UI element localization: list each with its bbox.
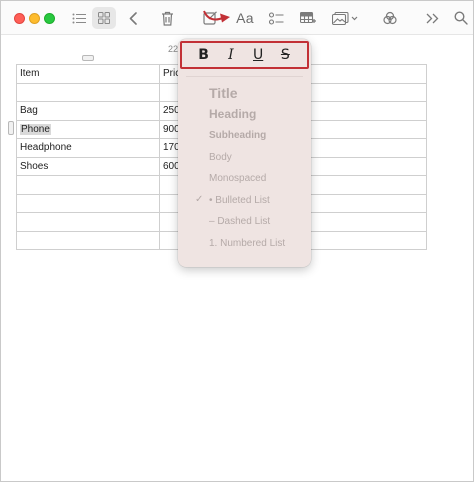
cell-text: Shoes [20,160,49,172]
style-title[interactable]: Title [209,85,238,101]
table-cell[interactable]: Bag [16,101,160,121]
checkmark-icon: ✓ [195,194,204,205]
more-icon[interactable] [424,7,440,29]
style-dashed-list[interactable]: – Dashed List [209,216,270,227]
text-style-buttons: B I U S [180,41,309,69]
column-width-number: 22 [168,44,179,54]
notes-window: Aa 22 ItemPricantityBag250Phone900Headph… [0,0,474,482]
style-monospaced[interactable]: Monospaced [209,173,266,184]
table-cell[interactable] [16,230,160,250]
style-numbered-list[interactable]: 1. Numbered List [209,238,285,249]
media-icon[interactable] [330,7,360,29]
bold-button[interactable]: B [193,44,215,66]
table-cell[interactable]: Shoes [16,156,160,176]
style-bulleted-list[interactable]: • Bulleted List [209,195,270,206]
gallery-view-icon[interactable] [92,7,116,29]
table-cell[interactable] [16,193,160,213]
table-cell[interactable]: Headphone [16,138,160,158]
column-handle[interactable] [82,55,94,61]
style-heading[interactable]: Heading [209,107,256,121]
delete-icon[interactable] [158,7,176,29]
cell-text: Bag [20,105,38,117]
cell-text: Phone [20,123,51,135]
list-view-icon[interactable] [69,7,89,29]
annotation-arrow-icon [201,7,237,30]
format-popover: B I U S Title Heading Subheading ✓ Body … [178,39,311,267]
table-cell[interactable]: Phone [16,119,160,139]
search-icon[interactable] [452,7,470,29]
table-cell[interactable] [16,175,160,195]
cell-text: Item [20,68,40,80]
back-icon[interactable] [125,7,141,29]
popover-divider [186,76,303,77]
row-handle[interactable] [8,121,14,135]
share-icon[interactable] [380,7,400,29]
underline-button[interactable]: U [247,44,269,66]
table-cell[interactable]: Item [16,64,160,84]
cell-text: Headphone [20,142,72,154]
style-body[interactable]: Body [209,152,232,163]
toolbar: Aa [1,1,473,35]
minimize-window-button[interactable] [29,13,40,24]
close-window-button[interactable] [14,13,25,24]
table-cell[interactable] [16,212,160,232]
table-cell[interactable] [16,82,160,102]
strikethrough-button[interactable]: S [274,44,296,66]
table-icon[interactable] [298,7,318,29]
zoom-window-button[interactable] [44,13,55,24]
italic-button[interactable]: I [220,44,242,66]
checklist-icon[interactable] [266,7,286,29]
style-subheading[interactable]: Subheading [209,130,266,141]
